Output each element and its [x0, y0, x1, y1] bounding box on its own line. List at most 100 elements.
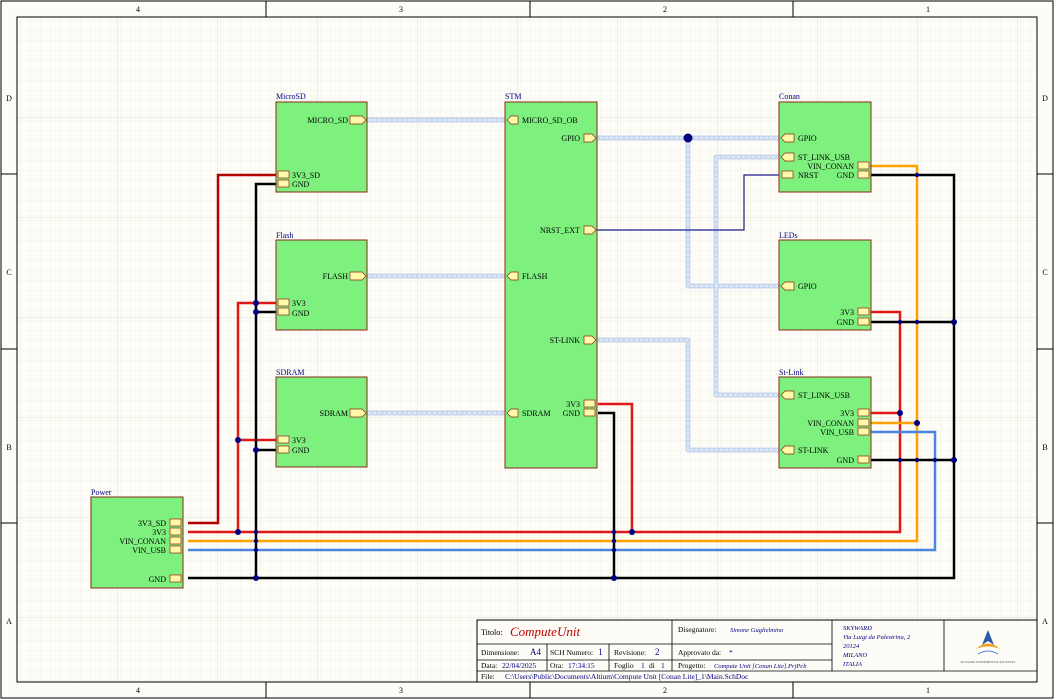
block-stm-title: STM	[505, 92, 521, 101]
time-value: 17:34:15	[568, 661, 595, 670]
border-row-right-1: D	[1042, 94, 1048, 103]
port-stm-sdram: SDRAM	[522, 409, 550, 418]
date-value: 22/04/2025	[502, 661, 536, 670]
company-street: Via Luigi da Palestrina, 2	[843, 634, 911, 641]
port-conan-nrst: NRST	[798, 171, 819, 180]
border-row-right-2: C	[1042, 268, 1047, 277]
port-conan-gpio: GPIO	[798, 134, 817, 143]
file-value: C:\Users\Public\Documents\Altium\Compute…	[505, 672, 749, 681]
block-flash-title: Flash	[276, 231, 293, 240]
time-label: Ora:	[550, 661, 563, 670]
port-power-3v3-sd: 3V3_SD	[138, 519, 166, 528]
port-flash-gnd: GND	[292, 309, 310, 318]
port-stlink-vin-conan: VIN_CONAN	[807, 419, 854, 428]
border-row-left-1: D	[6, 94, 12, 103]
port-stm-gpio: GPIO	[561, 134, 580, 143]
rev-label: Revisione:	[614, 648, 646, 657]
rev-value: 2	[655, 647, 660, 657]
approved-label: Approvato da:	[678, 648, 721, 657]
block-stlink[interactable]: St-Link ST_LINK_USB 3V3 VIN_CONAN VIN_US…	[778, 368, 872, 469]
block-power[interactable]: Power 3V3_SD 3V3 VIN_CONAN VIN_USB GND	[90, 488, 184, 589]
port-power-vin-conan: VIN_CONAN	[119, 537, 166, 546]
border-row-left-2: C	[6, 268, 11, 277]
port-stm-st-link: ST-LINK	[550, 336, 581, 345]
file-label: File:	[481, 672, 495, 681]
port-conan-st-link-usb: ST_LINK_USB	[798, 153, 850, 162]
port-sdram-gnd: GND	[292, 446, 310, 455]
port-microsd-micro-sd: MICRO_SD	[308, 116, 349, 125]
project-label: Progetto:	[678, 661, 706, 670]
company-name: SKYWARD	[843, 625, 872, 632]
border-col-top-1: 4	[136, 5, 140, 14]
title-value: ComputeUnit	[510, 624, 580, 639]
border-col-bottom-4: 1	[926, 686, 930, 695]
block-microsd-title: MicroSD	[276, 92, 306, 101]
sch-value: 1	[598, 647, 603, 657]
port-stm-micro-sd-ob: MICRO_SD_OB	[522, 116, 578, 125]
sheet-label: Foglio	[614, 661, 634, 670]
size-label: Dimensione:	[481, 648, 519, 657]
port-stm-gnd: GND	[563, 409, 581, 418]
port-stlink-3v3: 3V3	[840, 409, 854, 418]
port-power-vin-usb: VIN_USB	[132, 546, 166, 555]
border-row-left-4: A	[6, 617, 12, 626]
block-leds[interactable]: LEDs GPIO 3V3 GND	[778, 231, 872, 331]
project-value: Compute Unit [Conan Lite].PrjPcb	[714, 663, 807, 670]
border-col-top-2: 3	[399, 5, 403, 14]
port-leds-3v3: 3V3	[840, 308, 854, 317]
port-sdram-sdram: SDRAM	[320, 409, 348, 418]
block-power-title: Power	[91, 488, 112, 497]
port-conan-vin-conan: VIN_CONAN	[807, 162, 854, 171]
designer-value: Simone Guglielmino	[730, 627, 784, 634]
border-col-top-3: 2	[663, 5, 667, 14]
sheet-of: di	[649, 661, 655, 670]
port-power-gnd: GND	[149, 575, 167, 584]
logo-caption: SKYWARD EXPERIMENTAL ROCKETRY	[961, 660, 1017, 664]
title-block: Titolo: ComputeUnit Disegnatore: Simone …	[476, 619, 1038, 683]
port-leds-gnd: GND	[837, 318, 855, 327]
port-stlink-st-link-usb: ST_LINK_USB	[798, 391, 850, 400]
port-stm-flash: FLASH	[522, 272, 548, 281]
border-col-bottom-2: 3	[399, 686, 403, 695]
port-microsd-gnd: GND	[292, 180, 310, 189]
port-stm-3v3: 3V3	[566, 400, 580, 409]
block-sdram[interactable]: SDRAM SDRAM 3V3 GND	[275, 368, 368, 468]
block-flash[interactable]: Flash FLASH 3V3 GND	[275, 231, 368, 331]
block-conan-title: Conan	[779, 92, 800, 101]
border-col-bottom-3: 2	[663, 686, 667, 695]
sheet-num: 1	[641, 661, 645, 670]
port-leds-gpio: GPIO	[798, 282, 817, 291]
border-row-right-3: B	[1042, 443, 1047, 452]
block-stm[interactable]: STM MICRO_SD_OB GPIO NRST_EXT FLASH ST-L…	[504, 92, 598, 469]
block-microsd[interactable]: MicroSD MICRO_SD 3V3_SD GND	[275, 92, 368, 193]
approved-value: *	[729, 648, 733, 657]
port-stlink-gnd: GND	[837, 456, 855, 465]
port-flash-flash: FLASH	[323, 272, 349, 281]
port-conan-gnd: GND	[837, 171, 855, 180]
block-leds-title: LEDs	[779, 231, 798, 240]
port-sdram-3v3: 3V3	[292, 436, 306, 445]
port-flash-3v3: 3V3	[292, 299, 306, 308]
block-sdram-title: SDRAM	[276, 368, 304, 377]
sheet-total: 1	[661, 661, 665, 670]
port-microsd-3v3-sd: 3V3_SD	[292, 171, 320, 180]
company-city: MILANO	[842, 652, 868, 659]
port-stm-nrst-ext: NRST_EXT	[540, 226, 580, 235]
block-conan[interactable]: Conan GPIO ST_LINK_USB VIN_CONAN NRST GN…	[778, 92, 872, 193]
title-label: Titolo:	[481, 628, 503, 637]
border-col-top-4: 1	[926, 5, 930, 14]
port-power-3v3: 3V3	[152, 528, 166, 537]
border-row-left-3: B	[6, 443, 11, 452]
date-label: Data:	[481, 661, 497, 670]
border-col-bottom-1: 4	[136, 686, 140, 695]
port-stlink-vin-usb: VIN_USB	[820, 428, 854, 437]
border-row-right-4: A	[1042, 617, 1048, 626]
designer-label: Disegnatore:	[678, 625, 716, 634]
port-stlink-st-link: ST-LINK	[798, 446, 829, 455]
sch-label: SCH Numero:	[550, 648, 593, 657]
size-value: A4	[530, 647, 541, 657]
company-country: ITALIA	[842, 661, 862, 668]
block-stlink-title: St-Link	[779, 368, 803, 377]
company-zip: 20124	[843, 643, 860, 650]
schematic-sheet[interactable]: 4 3 2 1 4 3 2 1 D C B A D C B A MicroSD …	[0, 0, 1054, 699]
